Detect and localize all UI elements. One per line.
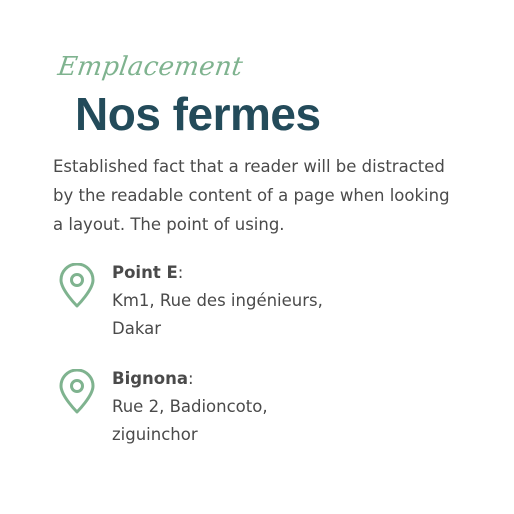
intro-paragraph: Established fact that a reader will be d… (53, 157, 450, 234)
location-address-line1: Km1, Rue des ingénieurs, (112, 291, 323, 310)
location-pin-icon (59, 369, 95, 414)
location-details: Point E: Km1, Rue des ingénieurs, Dakar (112, 259, 323, 343)
location-address-line2: ziguinchor (112, 425, 198, 444)
location-address-line1: Rue 2, Badioncoto, (112, 397, 268, 416)
location-pin-icon (59, 263, 95, 308)
location-separator: : (177, 263, 184, 282)
location-item-point-e: Point E: Km1, Rue des ingénieurs, Dakar (53, 259, 460, 343)
location-name: Point E (112, 263, 178, 282)
page-title: Nos fermes (75, 88, 321, 140)
location-separator: : (188, 369, 194, 388)
location-list: Point E: Km1, Rue des ingénieurs, Dakar … (53, 259, 460, 449)
section-kicker: Emplacement (56, 52, 245, 82)
location-address-line2: Dakar (112, 319, 161, 338)
farms-section: Emplacement Nos fermes Established fact … (0, 0, 514, 514)
location-details: Bignona: Rue 2, Badioncoto, ziguinchor (112, 365, 268, 449)
location-name: Bignona (112, 369, 189, 388)
location-item-bignona: Bignona: Rue 2, Badioncoto, ziguinchor (53, 365, 460, 449)
